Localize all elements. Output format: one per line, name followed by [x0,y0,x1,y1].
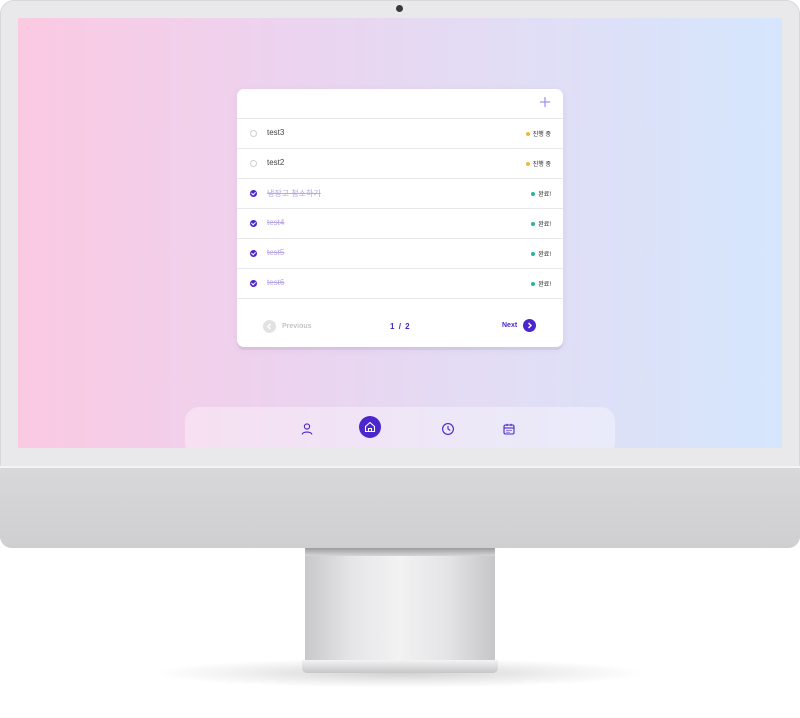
todo-item[interactable]: test4 완료! [237,209,563,239]
status-dot-icon [531,221,536,226]
todo-title: test6 [267,278,285,287]
todo-title: test2 [267,158,285,167]
status-dot-icon [531,251,536,256]
chevron-left-icon [267,323,271,330]
plus-icon [540,97,550,107]
camera-icon [396,5,403,12]
nav-calendar[interactable] [501,421,517,437]
pagination: Previous 1 / 2 Next [237,317,563,337]
next-label[interactable]: Next [502,322,517,329]
home-icon [364,421,376,433]
imac-monitor: test3 진행 중 test2 진행 중 냉장고 청소하기 완료! test4… [0,0,800,548]
todo-item[interactable]: test2 진행 중 [237,149,563,179]
status-badge: 완료! [531,249,551,258]
status-text: 완료! [538,252,551,258]
add-todo-button[interactable] [537,94,553,110]
next-button[interactable] [523,319,536,332]
nav-profile[interactable] [299,421,315,437]
clock-icon [442,423,454,435]
stand-hinge [305,548,495,556]
user-icon [301,423,313,435]
status-badge: 완료! [531,279,551,288]
status-badge: 완료! [531,189,551,198]
monitor-chin [0,468,800,548]
previous-label[interactable]: Previous [282,323,312,330]
nav-home[interactable] [359,416,381,438]
todo-item[interactable]: test3 진행 중 [237,119,563,149]
current-page: 1 [390,322,396,331]
screen: test3 진행 중 test2 진행 중 냉장고 청소하기 완료! test4… [18,18,782,448]
todo-item[interactable]: test6 완료! [237,269,563,299]
unchecked-circle-icon[interactable] [250,160,257,167]
total-pages: 2 [405,322,411,331]
todo-item[interactable]: 냉장고 청소하기 완료! [237,179,563,209]
previous-button[interactable] [263,320,276,333]
todo-title: test4 [267,218,285,227]
status-badge: 진행 중 [525,159,551,168]
status-text: 진행 중 [532,162,551,168]
todo-title: test5 [267,248,285,257]
checked-circle-icon[interactable] [250,190,257,197]
status-text: 완료! [538,282,551,288]
calendar-icon [503,423,515,435]
status-text: 완료! [538,222,551,228]
todo-title: test3 [267,128,285,137]
page-separator: / [398,322,402,331]
monitor-base [302,660,498,673]
nav-history[interactable] [440,421,456,437]
status-text: 진행 중 [532,132,551,138]
status-badge: 진행 중 [525,129,551,138]
page-indicator: 1 / 2 [390,322,411,331]
checked-circle-icon[interactable] [250,280,257,287]
checked-circle-icon[interactable] [250,250,257,257]
monitor-stand [305,548,495,660]
status-dot-icon [531,191,536,196]
chevron-right-icon [528,322,532,329]
bottom-nav [185,407,615,448]
unchecked-circle-icon[interactable] [250,130,257,137]
checked-circle-icon[interactable] [250,220,257,227]
todo-card: test3 진행 중 test2 진행 중 냉장고 청소하기 완료! test4… [237,89,563,347]
status-badge: 완료! [531,219,551,228]
status-text: 완료! [538,192,551,198]
status-dot-icon [525,131,530,136]
todo-title: 냉장고 청소하기 [267,189,321,198]
todo-header [237,89,563,119]
status-dot-icon [531,281,536,286]
status-dot-icon [525,161,530,166]
todo-item[interactable]: test5 완료! [237,239,563,269]
